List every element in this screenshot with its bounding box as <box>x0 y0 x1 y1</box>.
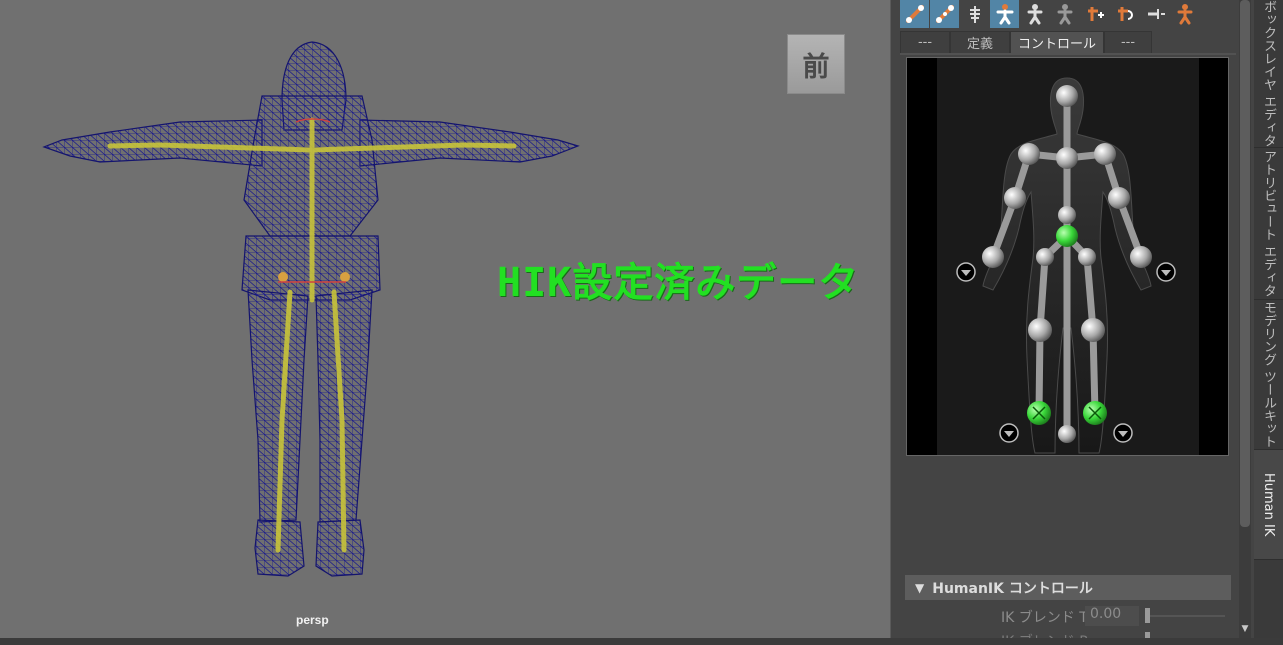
camera-label: persp <box>296 613 329 627</box>
side-tab-attribute-editor[interactable]: アトリビュート エディタ <box>1254 148 1283 300</box>
right-knee-effector[interactable] <box>1081 318 1105 342</box>
humanik-controls-section-header[interactable]: ▼ HumanIK コントロール <box>905 575 1231 600</box>
side-tab-label: アトリビュート エディタ <box>1261 149 1276 298</box>
right-elbow-effector[interactable] <box>1108 187 1130 209</box>
ik-blend-t-field[interactable]: 0.00 <box>1085 606 1139 626</box>
head-effector[interactable] <box>1056 85 1078 107</box>
side-tab-strip: ボックスレイヤ エディタ アトリビュート エディタ モデリング ツールキット H… <box>1254 0 1283 640</box>
left-hip-effector[interactable] <box>1036 248 1054 266</box>
side-tab-human-ik[interactable]: Human IK <box>1254 450 1283 560</box>
character-wireframe <box>42 41 580 577</box>
hips-effector[interactable] <box>1056 225 1078 247</box>
human-ik-panel: --- 定義 コントロール --- ▼ HumanIK コントロール IK ブレ… <box>891 0 1239 640</box>
side-tab-modeling-toolkit[interactable]: モデリング ツールキット <box>1254 300 1283 450</box>
viewcube-front[interactable]: 前 <box>787 34 845 94</box>
side-tab-label: Human IK <box>1261 472 1276 537</box>
reference-effector[interactable] <box>1058 425 1076 443</box>
spine-effector[interactable] <box>1058 206 1076 224</box>
unpin-icon[interactable] <box>1140 0 1169 28</box>
side-tab-channel-box[interactable]: ボックスレイヤ エディタ <box>1254 0 1283 148</box>
skeleton-spine-icon[interactable] <box>960 0 989 28</box>
tab-blank-1[interactable]: --- <box>900 31 950 53</box>
pin-rotation-icon[interactable] <box>1110 0 1139 28</box>
ik-blend-t-slider-handle[interactable] <box>1145 608 1150 623</box>
scrollbar-thumb[interactable] <box>1240 0 1250 527</box>
ik-bone-icon[interactable] <box>930 0 959 28</box>
hik-figure-view[interactable] <box>906 57 1229 456</box>
character-orange-icon[interactable] <box>1170 0 1199 28</box>
tab-definition[interactable]: 定義 <box>950 31 1010 53</box>
left-wrist-effector[interactable] <box>982 246 1004 268</box>
side-tab-label: モデリング ツールキット <box>1261 300 1276 449</box>
tab-controls[interactable]: コントロール <box>1010 31 1104 53</box>
left-elbow-effector[interactable] <box>1004 187 1026 209</box>
pin-translation-icon[interactable] <box>1080 0 1109 28</box>
right-shoulder-effector[interactable] <box>1094 143 1116 165</box>
ik-blend-t-label: IK ブレンド T <box>1001 610 1088 626</box>
tab-divider <box>900 53 1236 55</box>
panel-scrollbar[interactable]: ▼ <box>1239 0 1251 640</box>
full-body-icon[interactable] <box>990 0 1019 28</box>
right-wrist-effector[interactable] <box>1130 246 1152 268</box>
selection-body-icon[interactable] <box>1050 0 1079 28</box>
hik-toolbar <box>900 0 1199 28</box>
bottom-border <box>0 638 1283 645</box>
3d-viewport[interactable]: 前 HIK設定済みデータ persp <box>0 0 891 638</box>
chest-effector[interactable] <box>1056 147 1078 169</box>
fk-bone-icon[interactable] <box>900 0 929 28</box>
collapse-triangle-icon: ▼ <box>915 580 925 595</box>
hik-overlay-caption: HIK設定済みデータ <box>497 260 860 306</box>
tab-blank-2[interactable]: --- <box>1104 31 1152 53</box>
left-knee-effector[interactable] <box>1028 318 1052 342</box>
ik-blend-t-slider-track[interactable] <box>1145 615 1225 617</box>
right-hip-effector[interactable] <box>1078 248 1096 266</box>
left-shoulder-effector[interactable] <box>1018 143 1040 165</box>
body-part-icon[interactable] <box>1020 0 1049 28</box>
scroll-down-arrow-icon[interactable]: ▼ <box>1239 624 1251 636</box>
section-title: HumanIK コントロール <box>932 580 1093 597</box>
ik-blend-t-row: IK ブレンド T 0.00 <box>905 606 1231 626</box>
hik-tabs: --- 定義 コントロール --- <box>900 31 1152 53</box>
side-tab-label: ボックスレイヤ エディタ <box>1261 0 1276 148</box>
hik-figure-diagram[interactable] <box>907 58 1228 455</box>
